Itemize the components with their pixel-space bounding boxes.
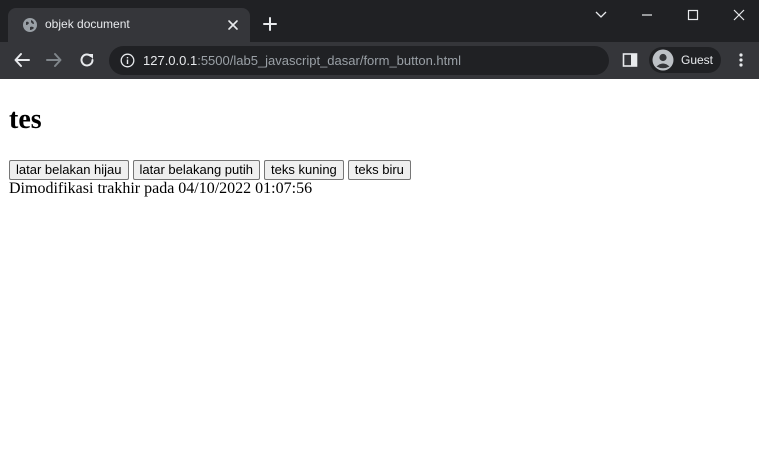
reload-icon[interactable]	[78, 51, 96, 69]
kebab-menu-icon[interactable]	[734, 52, 748, 68]
info-icon[interactable]	[120, 53, 135, 68]
button-row: latar belakan hijau latar belakang putih…	[9, 160, 411, 180]
forward-arrow-icon[interactable]	[45, 51, 63, 69]
browser-toolbar: 127.0.0.1:5500/lab5_javascript_dasar/for…	[0, 42, 759, 79]
browser-tab[interactable]: objek document	[8, 8, 250, 42]
maximize-icon[interactable]	[683, 6, 703, 24]
profile-button[interactable]: Guest	[649, 47, 721, 73]
minimize-icon[interactable]	[637, 6, 657, 24]
url-host: 127.0.0.1	[143, 53, 198, 68]
blue-text-button[interactable]: teks biru	[347, 160, 411, 180]
profile-name: Guest	[681, 53, 714, 67]
window-close-icon[interactable]	[729, 6, 749, 24]
globe-icon	[22, 17, 38, 33]
green-background-button[interactable]: latar belakan hijau	[9, 160, 129, 180]
chevron-down-icon[interactable]	[591, 6, 611, 24]
plus-icon[interactable]	[262, 16, 278, 32]
address-bar[interactable]: 127.0.0.1:5500/lab5_javascript_dasar/for…	[109, 46, 609, 75]
url-text: 127.0.0.1:5500/lab5_javascript_dasar/for…	[143, 53, 461, 68]
close-icon[interactable]	[226, 18, 240, 32]
page-heading: tes	[9, 104, 42, 135]
tab-title: objek document	[45, 17, 130, 31]
page-content: tes latar belakan hijau latar belakang p…	[0, 79, 759, 471]
yellow-text-button[interactable]: teks kuning	[264, 160, 344, 180]
white-background-button[interactable]: latar belakang putih	[132, 160, 261, 180]
url-path: :5500/lab5_javascript_dasar/form_button.…	[197, 53, 461, 68]
side-panel-icon[interactable]	[622, 52, 638, 68]
last-modified-text: Dimodifikasi trakhir pada 04/10/2022 01:…	[9, 180, 313, 197]
browser-title-bar: objek document	[0, 0, 759, 42]
back-arrow-icon[interactable]	[13, 51, 31, 69]
avatar-icon	[652, 49, 674, 71]
